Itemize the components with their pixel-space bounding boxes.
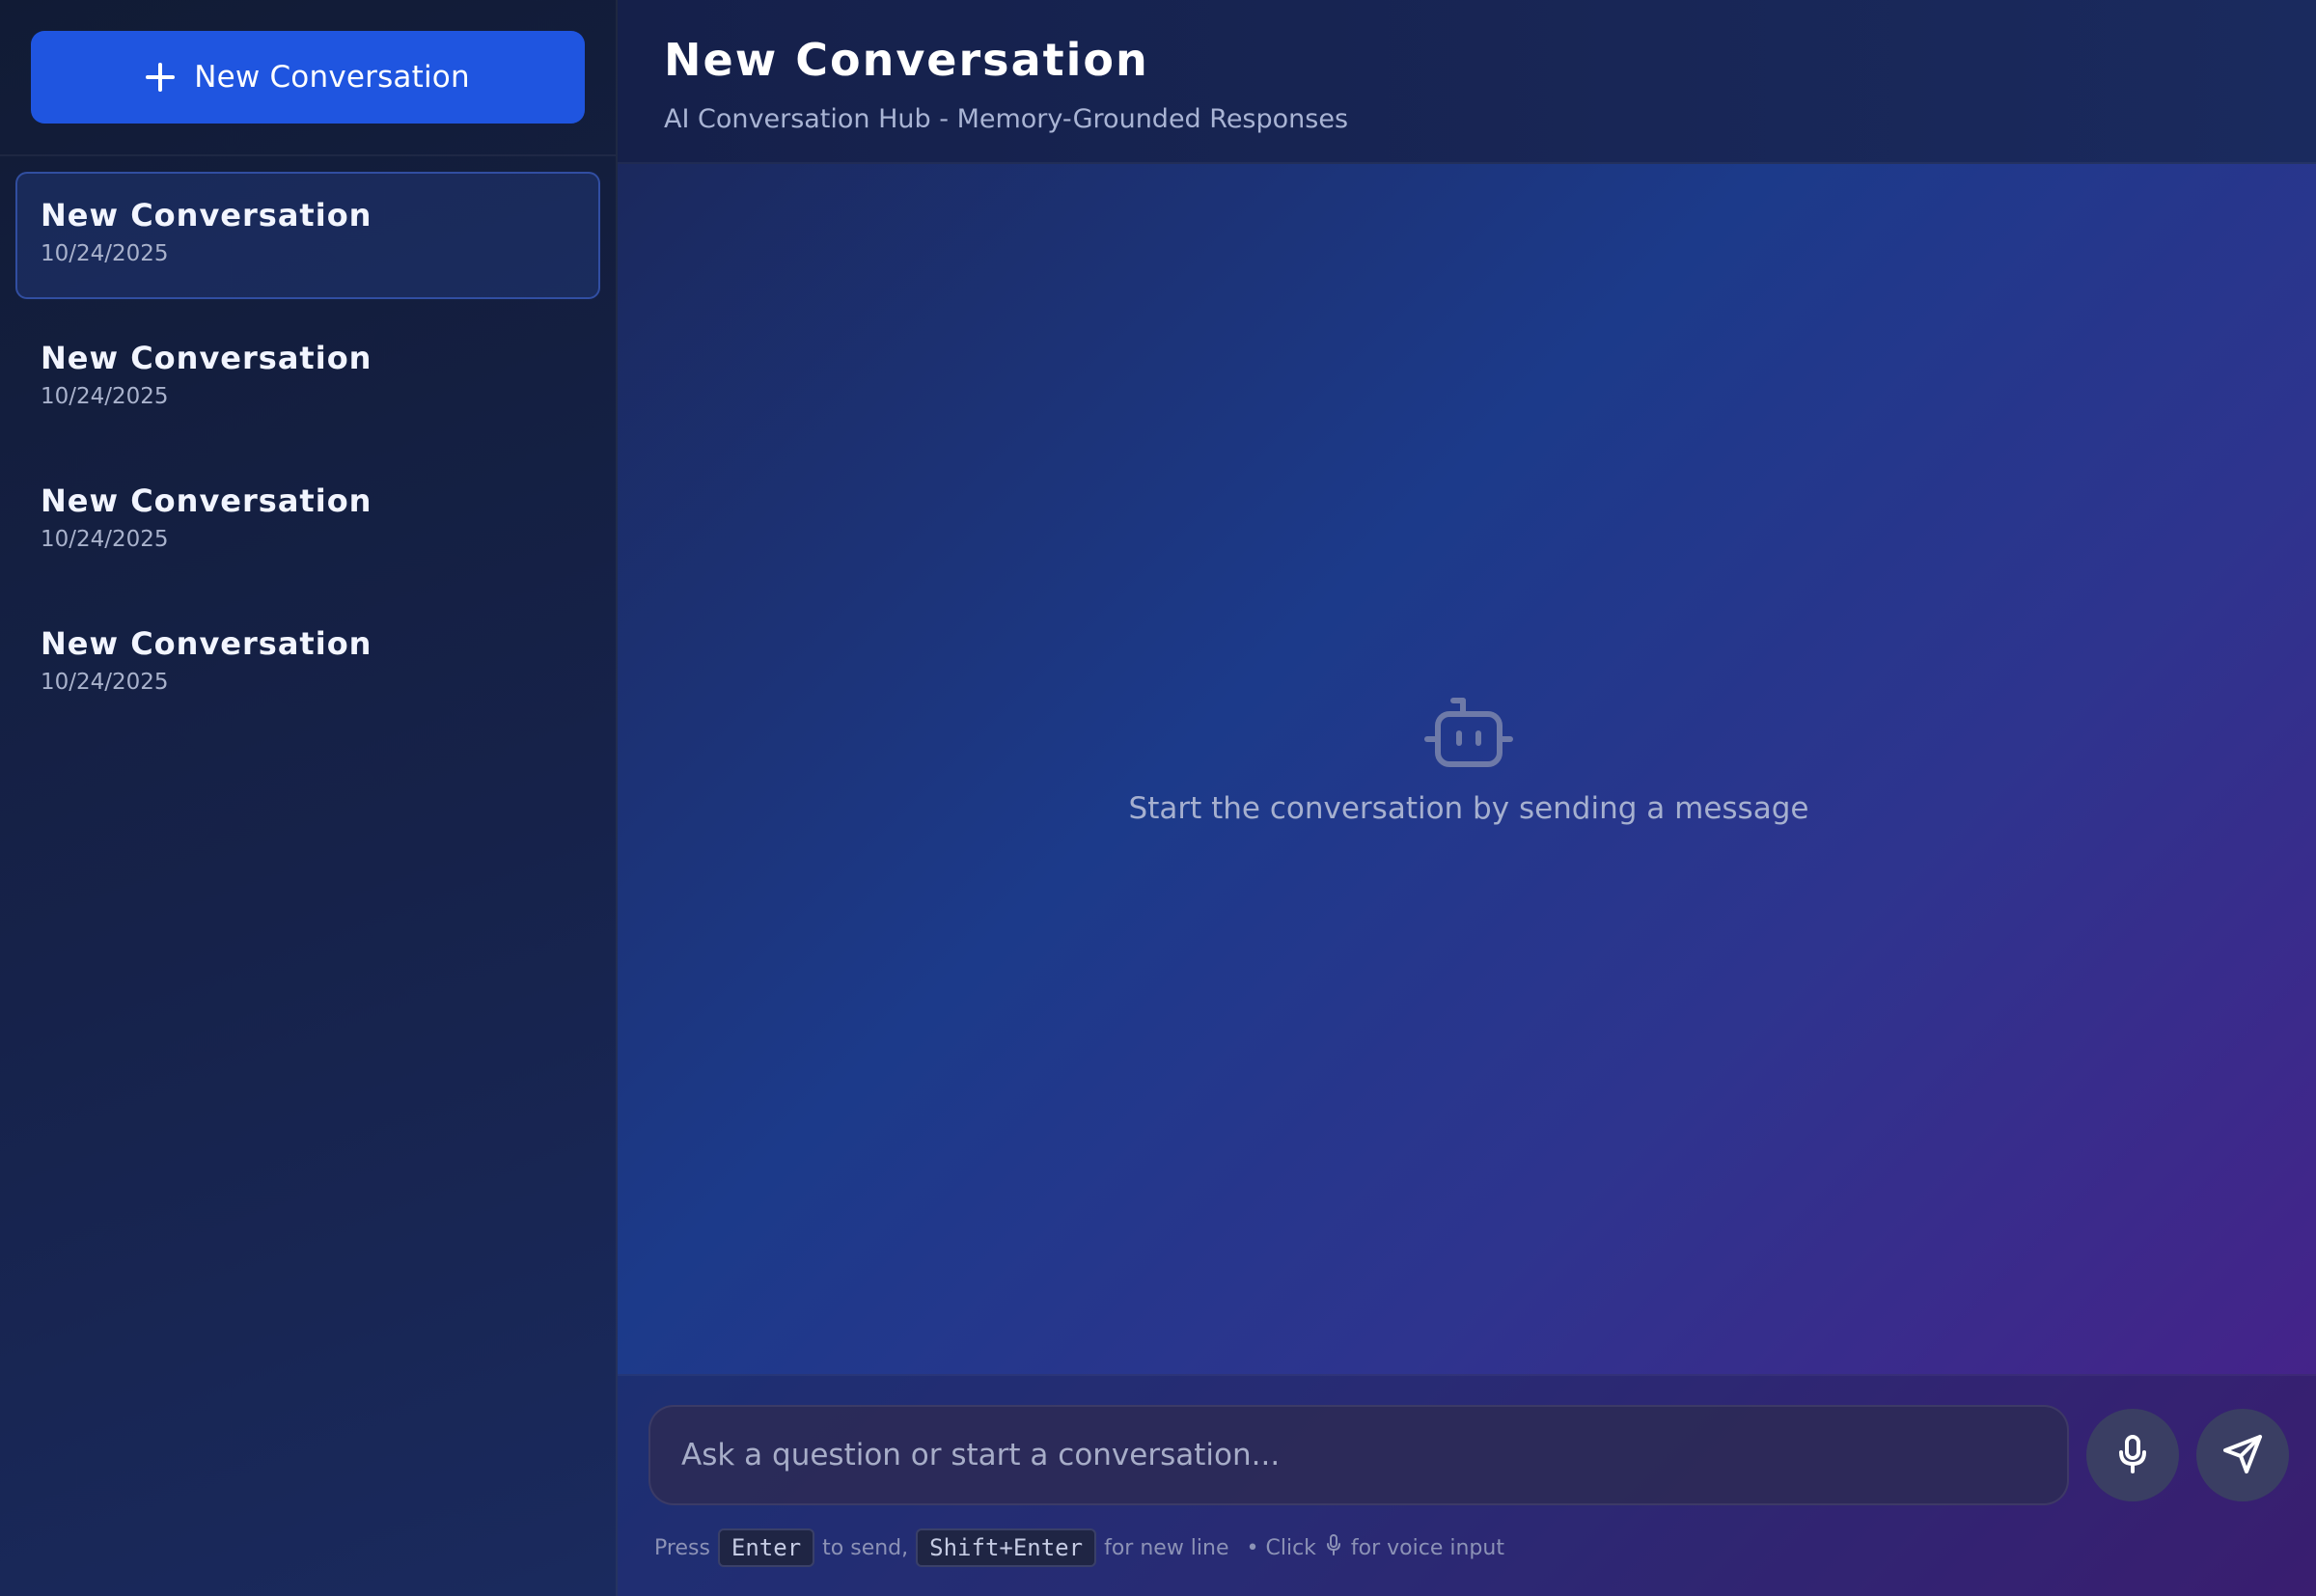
message-input[interactable] <box>648 1405 2069 1505</box>
empty-state: Start the conversation by sending a mess… <box>618 695 2316 826</box>
conversation-item[interactable]: New Conversation 10/24/2025 <box>15 600 600 728</box>
hint-press: Press <box>654 1535 710 1560</box>
conversation-title: New Conversation <box>41 482 372 519</box>
conversation-item[interactable]: New Conversation 10/24/2025 <box>15 315 600 442</box>
conversation-date: 10/24/2025 <box>41 384 169 409</box>
composer: Press Enter to send, Shift+Enter for new… <box>618 1374 2316 1596</box>
hint-click: • Click <box>1246 1535 1316 1560</box>
new-conversation-button[interactable]: New Conversation <box>31 31 585 124</box>
conversation-item[interactable]: New Conversation 10/24/2025 <box>15 172 600 299</box>
shift-enter-key: Shift+Enter <box>916 1528 1097 1567</box>
bot-icon <box>1424 695 1513 772</box>
conversation-item[interactable]: New Conversation 10/24/2025 <box>15 457 600 585</box>
enter-key: Enter <box>717 1528 815 1567</box>
hint-to-send: to send, <box>822 1535 909 1560</box>
chat-area: Start the conversation by sending a mess… <box>618 164 2316 1374</box>
page-title: New Conversation <box>664 34 1149 86</box>
empty-state-text: Start the conversation by sending a mess… <box>1128 791 1809 826</box>
conversation-date: 10/24/2025 <box>41 241 169 266</box>
conversation-title: New Conversation <box>41 197 372 234</box>
sidebar: New Conversation New Conversation 10/24/… <box>0 0 618 1596</box>
main-header: New Conversation AI Conversation Hub - M… <box>618 0 2316 164</box>
mic-icon <box>2113 1433 2152 1478</box>
conversation-date: 10/24/2025 <box>41 527 169 552</box>
send-icon <box>2221 1433 2264 1478</box>
new-conversation-label: New Conversation <box>194 60 470 95</box>
hint-voice: for voice input <box>1350 1535 1504 1560</box>
send-button[interactable] <box>2196 1409 2289 1501</box>
conversation-date: 10/24/2025 <box>41 670 169 695</box>
main-panel: New Conversation AI Conversation Hub - M… <box>618 0 2316 1596</box>
app-root: New Conversation New Conversation 10/24/… <box>0 0 2316 1596</box>
conversation-title: New Conversation <box>41 340 372 376</box>
mic-hint-icon <box>1324 1533 1343 1562</box>
plus-icon <box>146 63 176 92</box>
conversation-list: New Conversation 10/24/2025 New Conversa… <box>0 156 616 728</box>
hint-new-line: for new line <box>1104 1535 1229 1560</box>
sidebar-header: New Conversation <box>0 0 616 156</box>
voice-input-button[interactable] <box>2086 1409 2179 1501</box>
page-subtitle: AI Conversation Hub - Memory-Grounded Re… <box>664 104 1349 134</box>
conversation-title: New Conversation <box>41 625 372 662</box>
composer-row <box>648 1405 2289 1505</box>
keyboard-hint: Press Enter to send, Shift+Enter for new… <box>648 1528 2289 1567</box>
